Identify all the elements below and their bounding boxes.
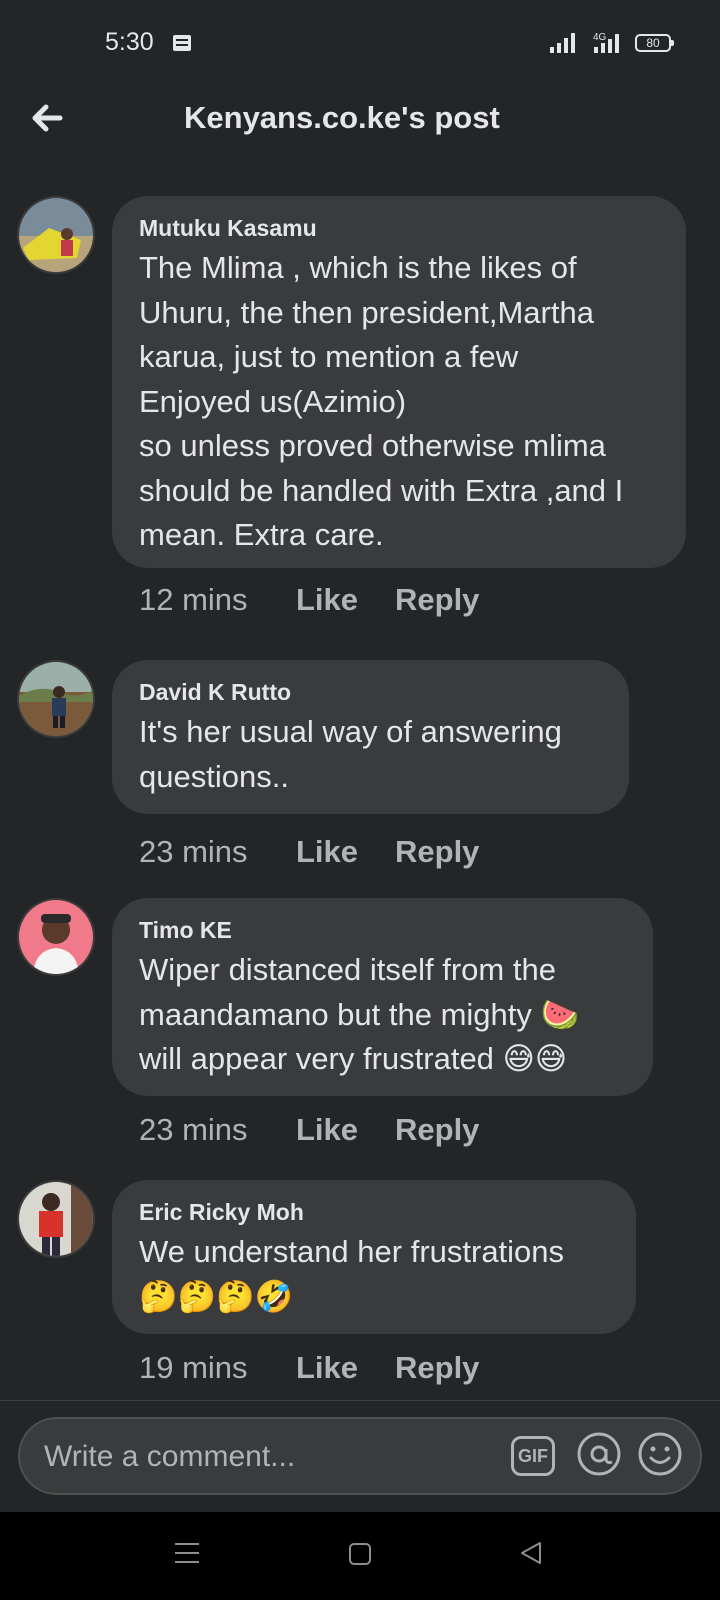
comment-actions: 23 mins Like Reply — [139, 1112, 479, 1148]
comment-text: The Mlima , which is the likes of Uhuru,… — [139, 250, 624, 552]
status-bar: 5:30 4G 80 — [0, 0, 720, 80]
comment-time[interactable]: 23 mins — [139, 834, 296, 870]
avatar[interactable] — [17, 898, 95, 976]
reply-button[interactable]: Reply — [395, 1112, 479, 1148]
reply-button[interactable]: Reply — [395, 834, 479, 870]
like-button[interactable]: Like — [296, 1112, 395, 1148]
back-arrow-icon[interactable] — [24, 94, 72, 142]
avatar-photo — [19, 662, 93, 736]
avatar-photo — [19, 1182, 93, 1256]
like-button[interactable]: Like — [296, 834, 395, 870]
battery-indicator: 80 — [635, 34, 674, 52]
comment-time[interactable]: 23 mins — [139, 1112, 296, 1148]
comment-bubble[interactable]: Eric Ricky Moh We understand her frustra… — [112, 1180, 636, 1334]
home-icon[interactable] — [348, 1542, 372, 1566]
watermelon-emoji: 🍉 — [540, 996, 580, 1033]
comment-composer-area: GIF — [0, 1400, 720, 1512]
reply-button[interactable]: Reply — [395, 582, 479, 618]
network-4g-icon: 4G — [593, 32, 619, 53]
smiley-icon[interactable] — [637, 1431, 683, 1477]
comment-bubble[interactable]: Mutuku Kasamu The Mlima , which is the l… — [112, 196, 686, 568]
comment-author[interactable]: Timo KE — [139, 916, 625, 944]
comment-composer: GIF — [18, 1417, 702, 1495]
comment-text: It's her usual way of answering question… — [139, 714, 562, 794]
page-header: Kenyans.co.ke's post — [0, 80, 720, 164]
menu-icon[interactable] — [174, 1540, 200, 1566]
avatar[interactable] — [17, 1180, 95, 1258]
sweat-smile-emoji: 😅😅 — [502, 1041, 568, 1077]
comment-bubble[interactable]: Timo KE Wiper distanced itself from the … — [112, 898, 653, 1096]
comment-author[interactable]: Eric Ricky Moh — [139, 1198, 608, 1226]
avatar-photo — [19, 900, 93, 974]
svg-text:4G: 4G — [593, 32, 607, 43]
comment-author[interactable]: Mutuku Kasamu — [139, 214, 658, 242]
comment-actions: 19 mins Like Reply — [139, 1350, 479, 1386]
comment-time[interactable]: 19 mins — [139, 1350, 296, 1386]
comment-text: We understand her frustrations 🤔🤔🤔🤣 — [139, 1230, 608, 1319]
comment-text: Wiper distanced itself from the maandama… — [139, 952, 580, 1077]
signal-icon — [550, 33, 575, 53]
comment-input[interactable] — [42, 1433, 486, 1481]
gif-icon[interactable]: GIF — [511, 1436, 555, 1476]
status-time: 5:30 — [105, 28, 154, 56]
comment-actions: 23 mins Like Reply — [139, 834, 479, 870]
like-button[interactable]: Like — [296, 1350, 395, 1386]
at-icon[interactable] — [576, 1431, 622, 1477]
reply-button[interactable]: Reply — [395, 1350, 479, 1386]
comment-author[interactable]: David K Rutto — [139, 678, 601, 706]
comment-time[interactable]: 12 mins — [139, 582, 296, 618]
comment-actions: 12 mins Like Reply — [139, 582, 479, 618]
avatar[interactable] — [17, 660, 95, 738]
avatar-photo — [19, 198, 93, 272]
avatar[interactable] — [17, 196, 95, 274]
back-triangle-icon[interactable] — [518, 1540, 544, 1566]
thinking-emoji: 🤔🤔🤔🤣 — [139, 1278, 294, 1315]
notification-icon — [173, 35, 191, 51]
page-title: Kenyans.co.ke's post — [184, 100, 500, 135]
comment-bubble[interactable]: David K Rutto It's her usual way of answ… — [112, 660, 629, 814]
system-nav-bar — [0, 1512, 720, 1600]
like-button[interactable]: Like — [296, 582, 395, 618]
